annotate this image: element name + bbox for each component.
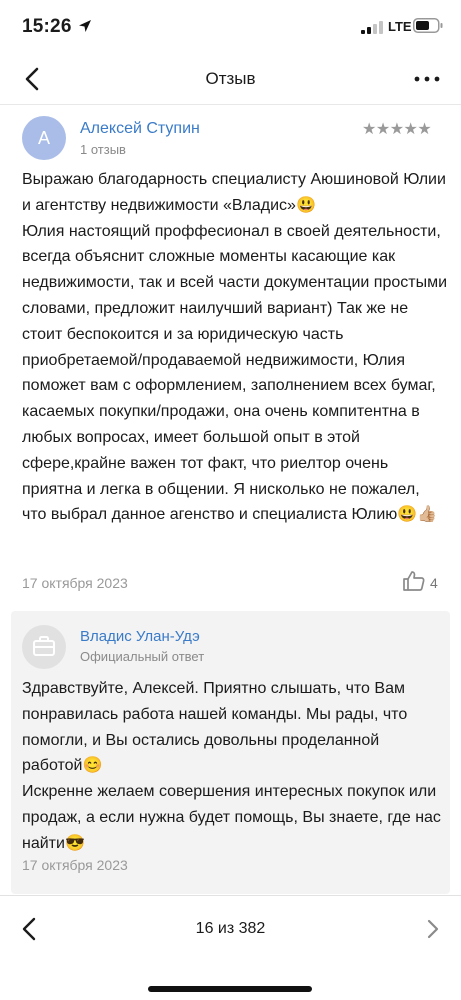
more-options-button[interactable] [410, 64, 444, 94]
review-pager: 16 из 382 [0, 896, 461, 966]
review-date: 17 октября 2023 [22, 575, 128, 591]
battery-icon [413, 18, 443, 33]
status-bar: 15:26 LTE [0, 0, 461, 54]
header-divider [0, 104, 461, 105]
status-time: 15:26 [22, 16, 72, 37]
official-reply-label: Официальный ответ [80, 649, 205, 664]
like-count: 4 [430, 575, 438, 591]
author-review-count: 1 отзыв [80, 142, 126, 157]
reply-text: Здравствуйте, Алексей. Приятно слышать, … [22, 680, 441, 852]
briefcase-icon [33, 636, 55, 656]
author-avatar[interactable]: А [22, 116, 66, 160]
like-button[interactable]: 4 [402, 569, 446, 595]
more-dots-icon [414, 76, 440, 82]
org-name[interactable]: Владис Улан-Удэ [80, 628, 200, 645]
chevron-right-icon [427, 919, 439, 939]
location-arrow-icon [79, 20, 91, 32]
pager-position: 16 из 382 [195, 920, 266, 937]
official-reply: Владис Улан-Удэ Официальный ответ Здравс… [11, 611, 450, 894]
cellular-signal-icon [361, 21, 383, 34]
review-text: Выражаю благодарность специалисту Аюшино… [22, 171, 447, 524]
org-avatar[interactable] [22, 625, 66, 669]
nav-bar: Отзыв [0, 54, 461, 104]
network-type: LTE [388, 19, 412, 34]
author-name[interactable]: Алексей Ступин [80, 120, 200, 138]
next-review-button[interactable] [420, 914, 448, 944]
rating-stars: ★★★★★ [362, 121, 432, 138]
thumbs-up-icon [403, 571, 425, 591]
reply-date: 17 октября 2023 [22, 857, 128, 873]
home-indicator[interactable] [148, 986, 312, 992]
page-title: Отзыв [205, 69, 256, 88]
